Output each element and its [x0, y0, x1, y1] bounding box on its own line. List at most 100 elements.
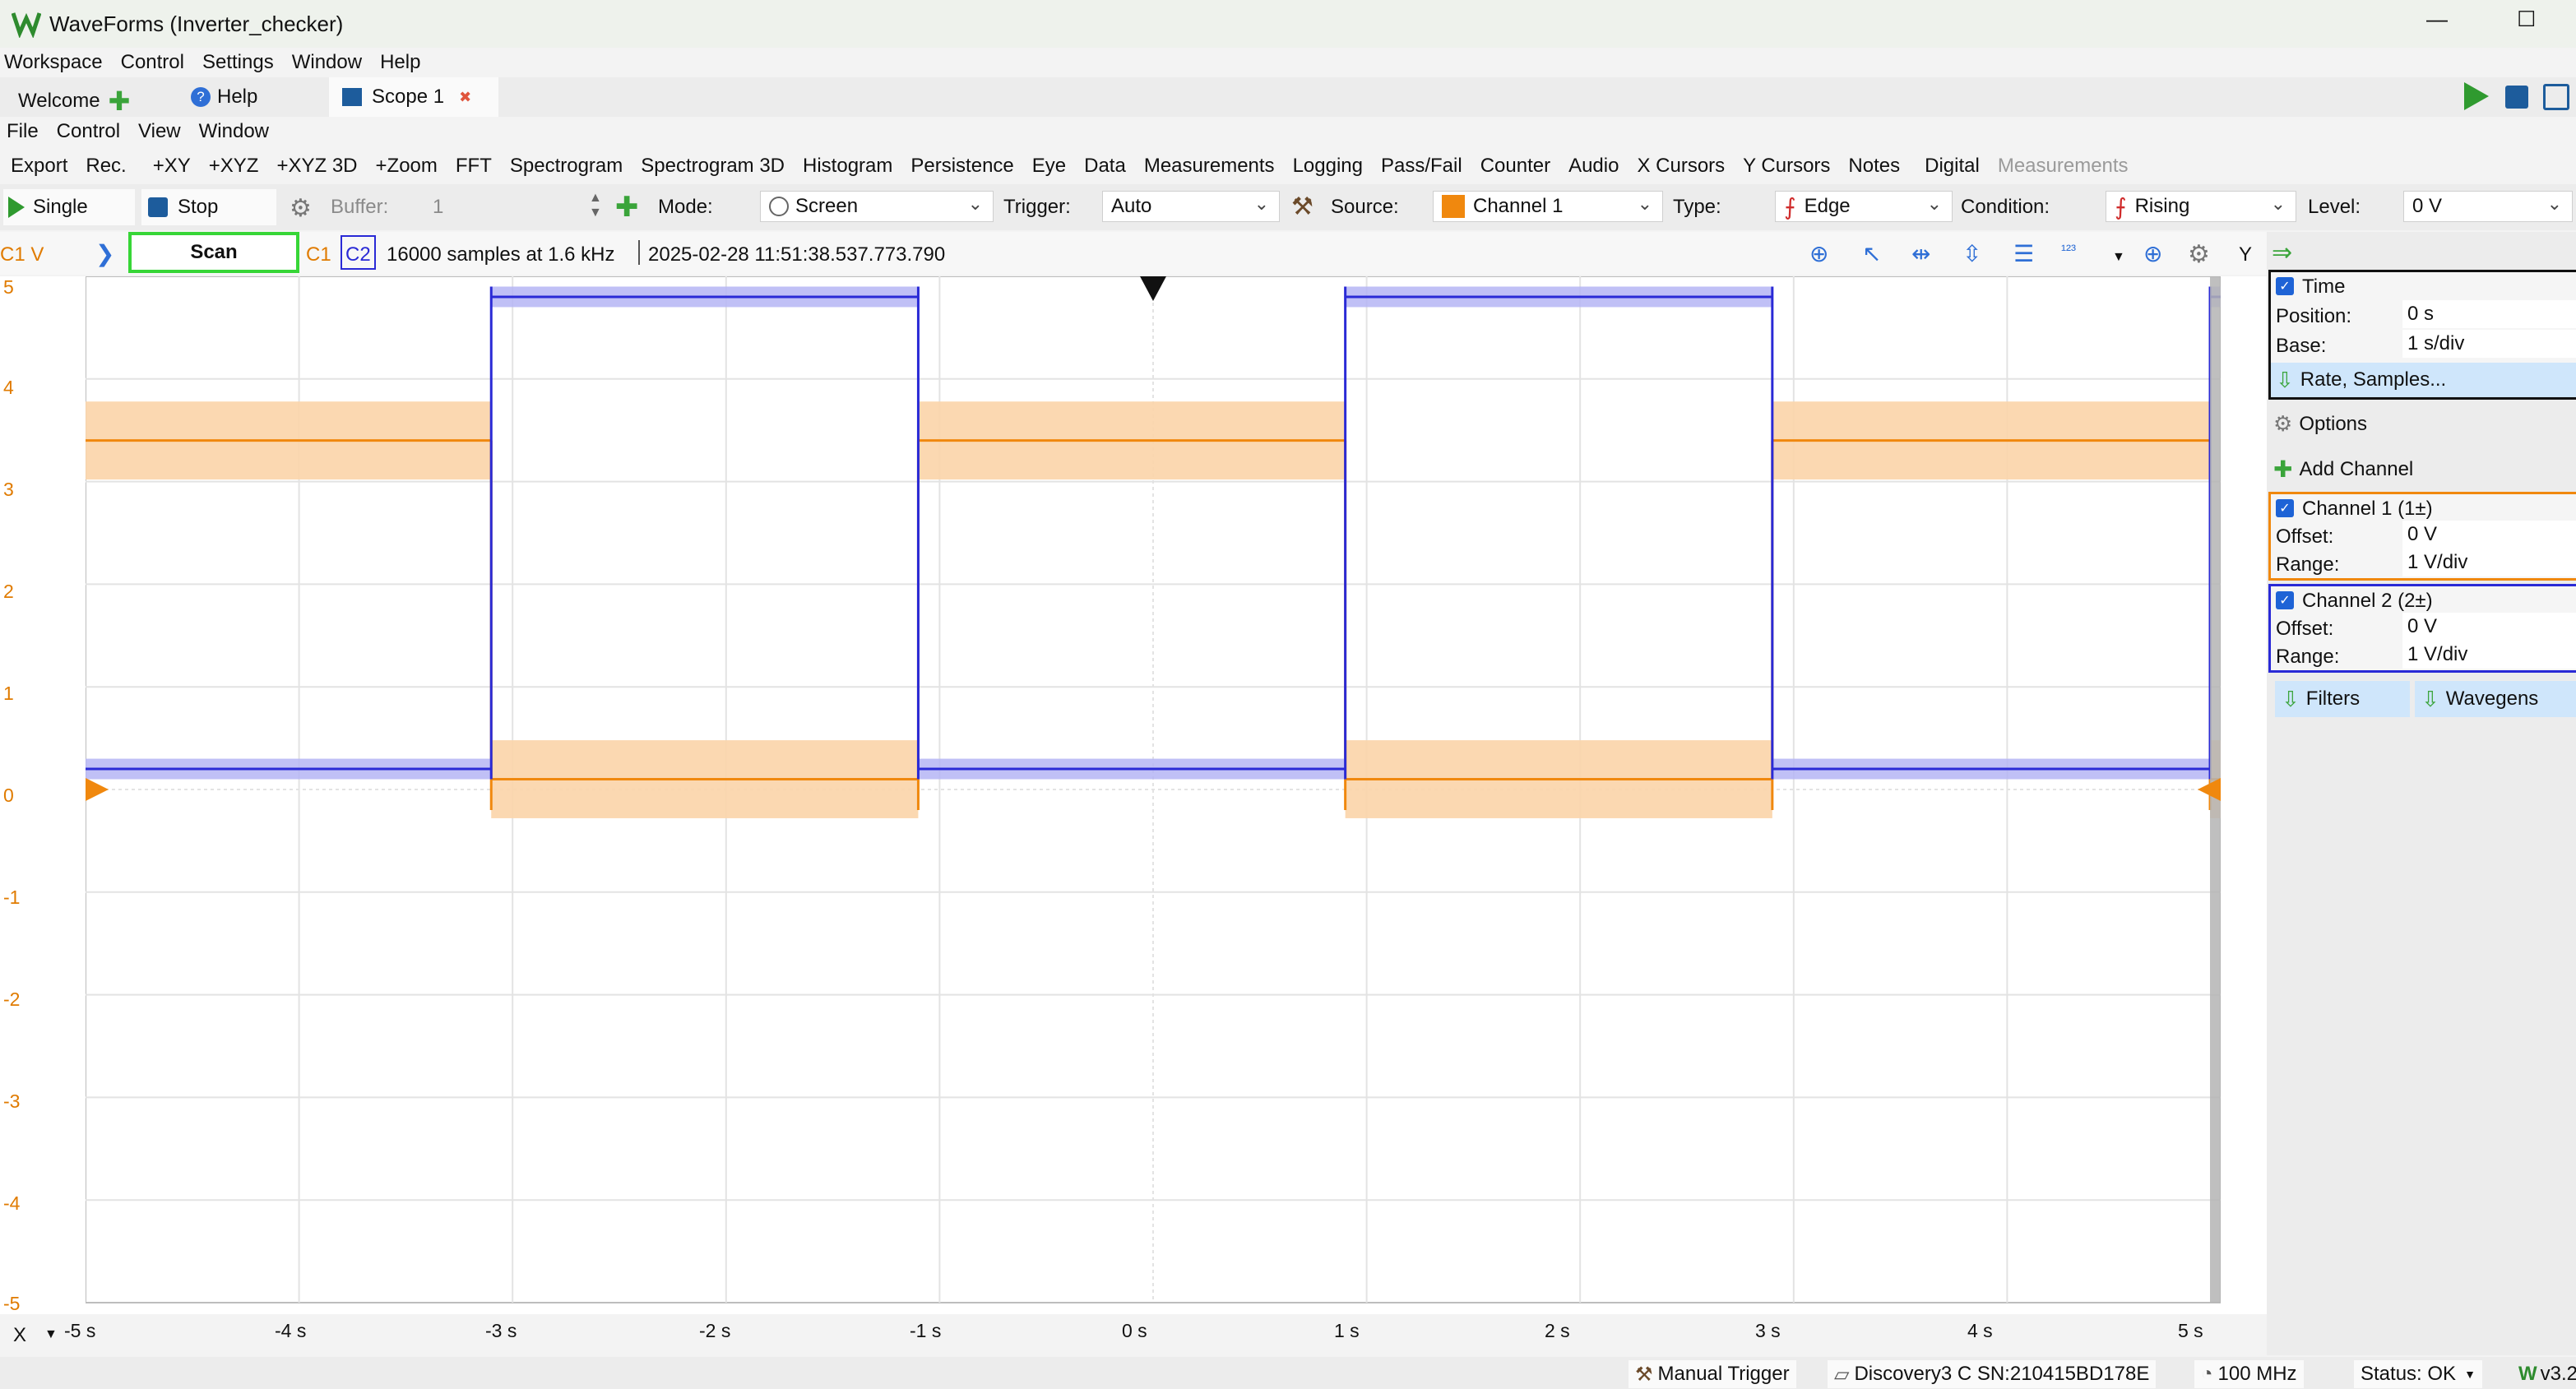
toolbar-xcursors[interactable]: X Cursors — [1628, 155, 1734, 178]
buffer-label: Buffer: — [331, 196, 389, 218]
toolbar-zoom[interactable]: +Zoom — [367, 155, 447, 178]
y-axis-button[interactable]: Y — [2239, 243, 2252, 266]
close-icon[interactable]: ✖ — [459, 89, 471, 106]
toolbar-spectrogram[interactable]: Spectrogram — [501, 155, 632, 178]
level-field[interactable]: 0 V — [2403, 191, 2573, 222]
zoom-icon[interactable]: ⊕ — [1809, 240, 1828, 267]
source-select[interactable]: Channel 1 — [1433, 191, 1663, 222]
acquisition-bar: Single Stop ⚙ Buffer: 1 ▲ ▼ ✚ Mode: Scree… — [0, 184, 2576, 230]
align-icon[interactable]: ☰ — [2013, 240, 2034, 267]
toolbar-histogram[interactable]: Histogram — [794, 155, 901, 178]
channel2-checkbox[interactable]: ✓ — [2276, 591, 2294, 609]
channel1-color-icon — [1442, 195, 1465, 218]
condition-select[interactable]: ⨍ Rising — [2106, 191, 2296, 222]
type-select[interactable]: ⨍ Edge — [1775, 191, 1953, 222]
toolbar-notes[interactable]: Notes — [1839, 155, 1909, 178]
single-button[interactable]: Single — [3, 189, 135, 225]
add-channel-item[interactable]: ✚ Add Channel — [2273, 456, 2413, 483]
dropdown-arrow-icon[interactable]: ▼ — [2112, 250, 2125, 265]
device-info[interactable]: ▱ Discovery3 C SN:210415BD178E — [1828, 1360, 2157, 1388]
maximize-button[interactable]: ☐ — [2517, 7, 2536, 32]
toolbar-measurements[interactable]: Measurements — [1135, 155, 1284, 178]
toolbar-digital[interactable]: Digital — [1916, 155, 1989, 178]
gear-icon[interactable]: ⚙ — [290, 194, 312, 223]
manual-trigger-button[interactable]: ⚒ Manual Trigger — [1629, 1360, 1796, 1388]
oscilloscope-plot[interactable]: 5 4 3 2 1 0 -1 -2 -3 -4 -5 — [0, 276, 2267, 1319]
toolbar-passfail[interactable]: Pass/Fail — [1372, 155, 1471, 178]
toolbar-xy[interactable]: +XY — [144, 155, 200, 178]
tab-help[interactable]: ? Help — [191, 86, 257, 109]
menu-help[interactable]: Help — [371, 51, 429, 74]
add-channel-plus-icon[interactable]: ✚ — [615, 191, 639, 224]
minimize-button[interactable]: — — [2426, 7, 2448, 32]
pointer-icon[interactable]: ↖ — [1862, 240, 1881, 267]
base-field[interactable]: 1 s/div — [2402, 330, 2576, 358]
toolbar-data[interactable]: Data — [1075, 155, 1135, 178]
toolbar-counter[interactable]: Counter — [1471, 155, 1559, 178]
sample-info: 16000 samples at 1.6 kHz — [387, 243, 615, 266]
menu-view[interactable]: View — [129, 120, 190, 143]
buffer-stepper[interactable]: ▲ ▼ — [589, 191, 602, 220]
hammer-icon[interactable]: ⚒ — [1291, 192, 1313, 221]
menu-settings[interactable]: Settings — [193, 51, 283, 74]
panel-arrow-icon[interactable]: ⇒ — [2272, 238, 2292, 267]
x-axis-button[interactable]: X — [13, 1324, 26, 1347]
options-item[interactable]: ⚙ Options — [2273, 411, 2367, 437]
channel1-checkbox[interactable]: ✓ — [2276, 499, 2294, 517]
rate-samples-button[interactable]: ⇩ Rate, Samples... — [2271, 363, 2576, 397]
toolbar-ycursors[interactable]: Y Cursors — [1734, 155, 1839, 178]
type-value: Edge — [1804, 195, 1851, 217]
clock-info[interactable]: ◔ 100 MHz — [2194, 1360, 2304, 1388]
base-label: Base: — [2276, 335, 2327, 357]
tab-scope[interactable]: Scope 1 ✖ — [329, 77, 498, 117]
toolbar-spectrogram3d[interactable]: Spectrogram 3D — [632, 155, 794, 178]
ch1-offset-field[interactable]: 0 V — [2402, 521, 2576, 549]
menu-window[interactable]: Window — [283, 51, 371, 74]
toolbar-export[interactable]: Export — [0, 155, 76, 178]
ch2-offset-field[interactable]: 0 V — [2402, 613, 2576, 641]
run-icon[interactable] — [2464, 82, 2489, 110]
time-checkbox[interactable]: ✓ — [2276, 277, 2294, 295]
zoom-in-icon[interactable]: ⊕ — [2143, 240, 2162, 267]
menu-file[interactable]: File — [0, 120, 48, 143]
channel-unit-label[interactable]: C1 V — [0, 243, 44, 266]
menu-workspace[interactable]: Workspace — [0, 51, 112, 74]
mode-label: Mode: — [658, 196, 713, 218]
menu-control[interactable]: Control — [112, 51, 193, 74]
toolbar-xyz3d[interactable]: +XYZ 3D — [267, 155, 366, 178]
toolbar-audio[interactable]: Audio — [1559, 155, 1628, 178]
x-dropdown-icon[interactable]: ▼ — [44, 1327, 58, 1342]
toolbar-persistence[interactable]: Persistence — [901, 155, 1022, 178]
toolbar-xyz[interactable]: +XYZ — [200, 155, 268, 178]
stop-icon[interactable] — [2505, 86, 2528, 109]
vertical-fit-icon[interactable]: ⇳ — [1962, 240, 1981, 267]
waveform-canvas[interactable] — [86, 276, 2221, 1313]
play-forward-icon[interactable]: ❯ — [95, 240, 114, 267]
horizontal-fit-icon[interactable]: ⇹ — [1911, 240, 1930, 267]
add-icon[interactable]: ✚ — [109, 86, 131, 117]
buffer-value[interactable]: 1 — [433, 196, 443, 219]
ch2-range-field[interactable]: 1 V/div — [2402, 641, 2576, 669]
c1-toggle[interactable]: C1 — [306, 243, 331, 266]
ch1-range-field[interactable]: 1 V/div — [2402, 549, 2576, 576]
mode-select[interactable]: Screen — [760, 191, 994, 222]
status-info[interactable]: Status: OK ▼ — [2354, 1360, 2482, 1388]
settings-icon[interactable]: ⚙ — [2188, 240, 2210, 269]
windows-icon[interactable] — [2543, 84, 2569, 110]
wavegens-button[interactable]: ⇩ Wavegens — [2415, 681, 2576, 717]
toolbar-logging[interactable]: Logging — [1284, 155, 1372, 178]
status-label: Status: OK — [2361, 1363, 2457, 1385]
tab-welcome[interactable]: Welcome ✚ — [18, 86, 130, 117]
toolbar-rec[interactable]: Rec. — [76, 155, 135, 178]
c2-toggle[interactable]: C2 — [341, 235, 376, 270]
position-field[interactable]: 0 s — [2402, 300, 2576, 328]
numbering-icon[interactable]: ¹²³ — [2061, 242, 2076, 259]
toolbar-eye[interactable]: Eye — [1023, 155, 1075, 178]
filters-button[interactable]: ⇩ Filters — [2275, 681, 2410, 717]
menu-scope-control[interactable]: Control — [48, 120, 129, 143]
trigger-select[interactable]: Auto — [1102, 191, 1280, 222]
menu-scope-window[interactable]: Window — [190, 120, 278, 143]
toolbar-fft[interactable]: FFT — [447, 155, 501, 178]
manual-trigger-label: Manual Trigger — [1657, 1363, 1790, 1385]
stop-button[interactable]: Stop — [141, 189, 276, 225]
